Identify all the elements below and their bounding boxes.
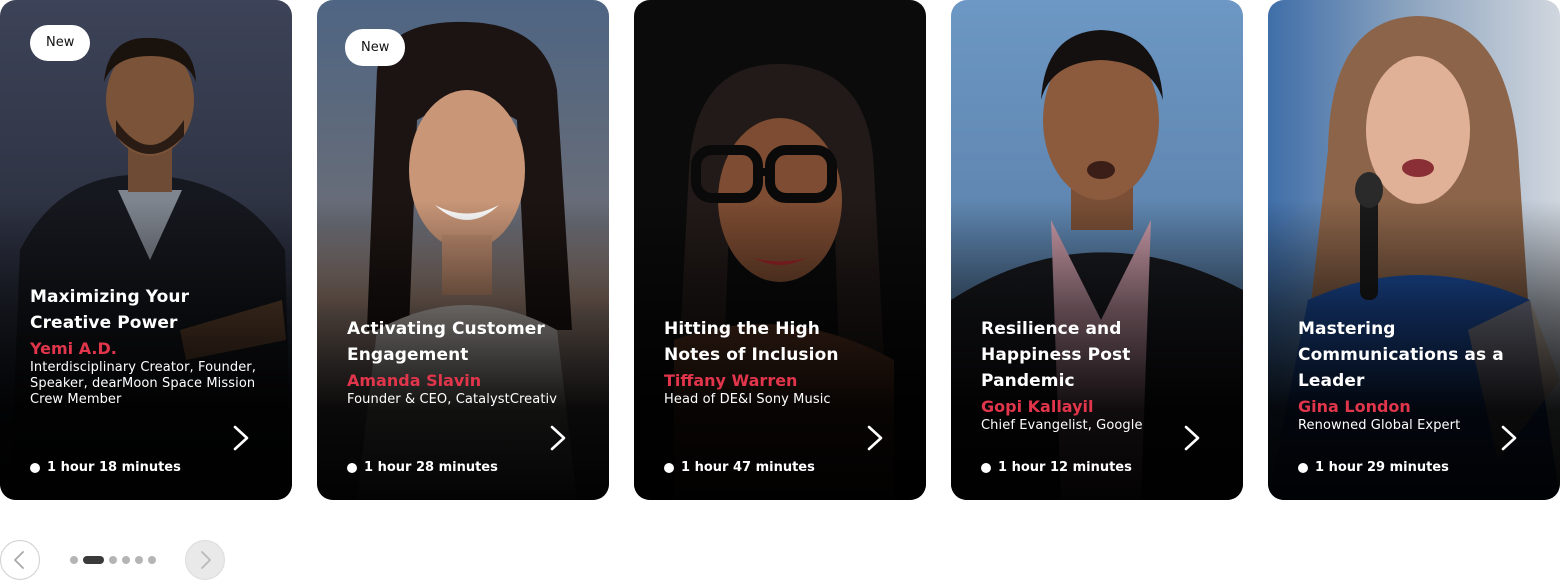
session-card-2[interactable]: New Activating Customer Engagement Amand… [317,0,609,500]
chevron-right-icon[interactable] [1177,424,1205,452]
dot-icon [981,463,991,473]
session-title: Activating Customer Engagement [347,319,545,365]
pagination-dot-6[interactable] [148,556,156,564]
card-info: Resilience and Happiness Post Pandemic G… [981,316,1227,434]
pagination-dot-5[interactable] [135,556,143,564]
speaker-name[interactable]: Gina London [1298,396,1544,418]
chevron-right-icon[interactable] [860,424,888,452]
dot-icon [347,463,357,473]
duration-text: 1 hour 28 minutes [364,460,498,475]
speaker-name[interactable]: Gopi Kallayil [981,396,1227,418]
arrow-right-icon [201,551,211,569]
duration-text: 1 hour 18 minutes [47,460,181,475]
card-track: New Maximizing Your Creative Power Yemi … [0,0,1560,500]
session-title: Resilience and Happiness Post Pandemic [981,319,1131,391]
session-card-4[interactable]: Resilience and Happiness Post Pandemic G… [951,0,1243,500]
duration-text: 1 hour 12 minutes [998,460,1132,475]
session-card-1[interactable]: New Maximizing Your Creative Power Yemi … [0,0,292,500]
session-duration: 1 hour 18 minutes [30,460,181,476]
pagination-dot-4[interactable] [122,556,130,564]
card-info: Activating Customer Engagement Amanda Sl… [347,316,593,408]
pagination-dot-3[interactable] [109,556,117,564]
card-info: Maximizing Your Creative Power Yemi A.D.… [30,284,276,408]
dot-icon [664,463,674,473]
chevron-right-icon[interactable] [226,424,254,452]
duration-text: 1 hour 29 minutes [1315,460,1449,475]
carousel-prev-button[interactable] [0,540,40,580]
session-title: Mastering Communications as a Leader [1298,319,1504,391]
new-badge: New [345,29,406,66]
session-card-5[interactable]: Mastering Communications as a Leader Gin… [1268,0,1560,500]
session-duration: 1 hour 29 minutes [1298,460,1449,476]
speaker-carousel: New Maximizing Your Creative Power Yemi … [0,0,1560,580]
speaker-name[interactable]: Amanda Slavin [347,370,593,392]
speaker-name[interactable]: Yemi A.D. [30,338,276,360]
carousel-pagination [70,556,161,564]
carousel-next-button[interactable] [185,540,225,580]
session-title: Maximizing Your Creative Power [30,287,190,333]
speaker-name[interactable]: Tiffany Warren [664,370,910,392]
card-info: Mastering Communications as a Leader Gin… [1298,316,1544,434]
duration-text: 1 hour 47 minutes [681,460,815,475]
speaker-role: Interdisciplinary Creator, Founder, Spea… [30,360,256,407]
speaker-role: Head of DE&I Sony Music [664,392,831,407]
session-duration: 1 hour 28 minutes [347,460,498,476]
session-duration: 1 hour 12 minutes [981,460,1132,476]
chevron-right-icon[interactable] [543,424,571,452]
speaker-role: Founder & CEO, CatalystCreativ [347,392,558,407]
session-title: Hitting the High Notes of Inclusion [664,319,839,365]
new-badge: New [30,25,91,61]
session-card-3[interactable]: Hitting the High Notes of Inclusion Tiff… [634,0,926,500]
card-info: Hitting the High Notes of Inclusion Tiff… [664,316,910,408]
dot-icon [1298,463,1308,473]
chevron-right-icon[interactable] [1494,424,1522,452]
pagination-dot-2-active[interactable] [83,556,104,564]
session-duration: 1 hour 47 minutes [664,460,815,476]
dot-icon [30,463,40,473]
arrow-left-icon [14,551,24,569]
pagination-dot-1[interactable] [70,556,78,564]
